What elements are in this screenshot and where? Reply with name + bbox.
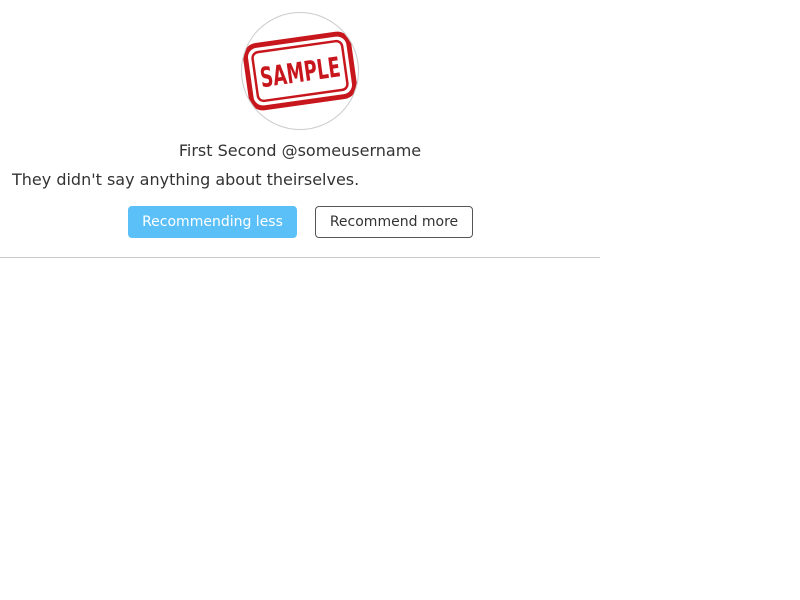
avatar: SAMPLE — [241, 12, 359, 130]
recommend-less-button[interactable]: Recommending less — [128, 206, 297, 238]
svg-text:SAMPLE: SAMPLE — [258, 51, 342, 94]
sample-stamp-image: SAMPLE — [243, 31, 357, 111]
profile-bio: They didn't say anything about theirselv… — [12, 170, 360, 189]
recommend-more-button[interactable]: Recommend more — [315, 206, 473, 238]
display-name: First Second — [178, 141, 277, 160]
username: @someusername — [281, 141, 422, 160]
profile-name-line: First Second @someusername — [0, 141, 600, 161]
profile-card: SAMPLE First Second @someusername They d… — [0, 0, 600, 258]
